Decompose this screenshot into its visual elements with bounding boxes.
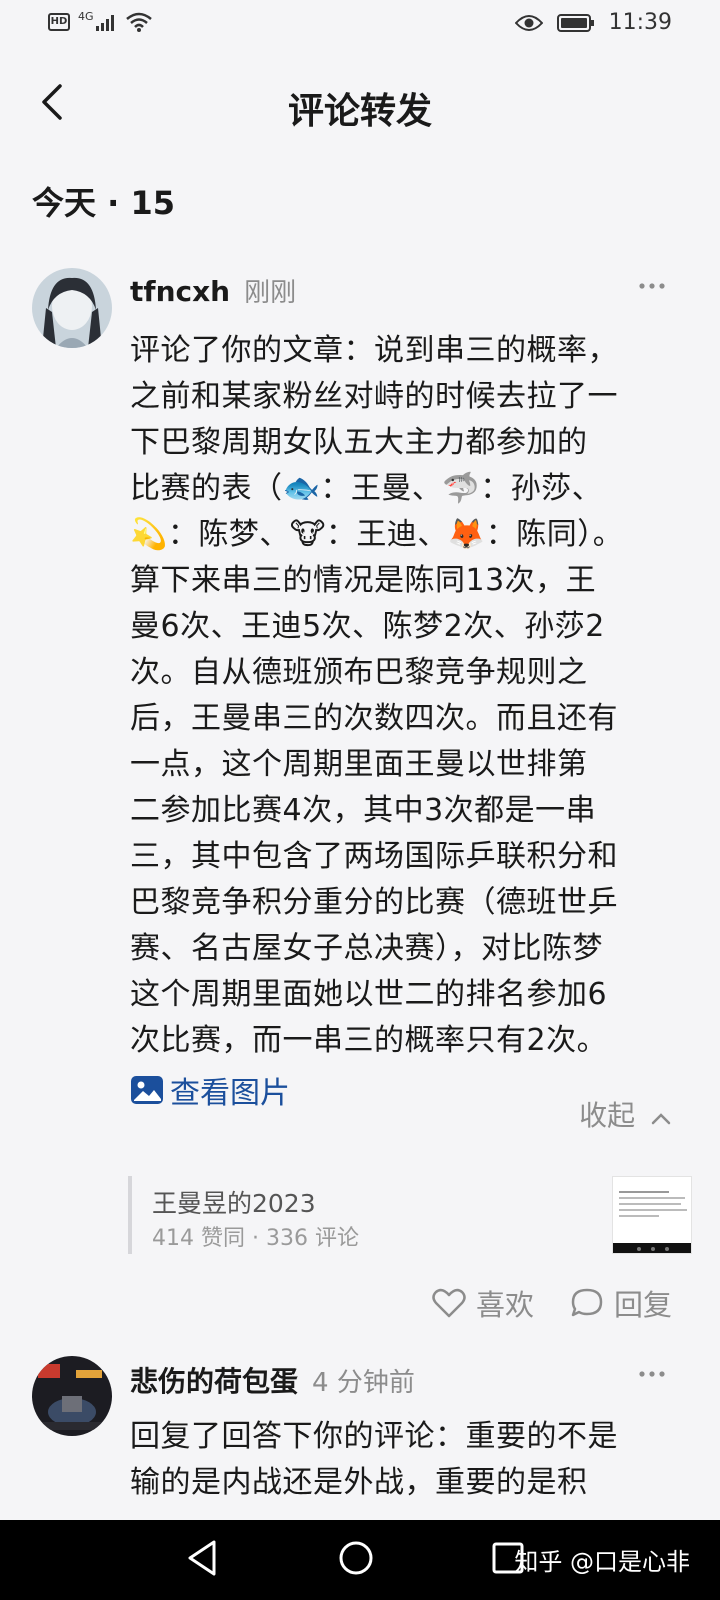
signal-icon (95, 15, 114, 31)
heart-icon (432, 1288, 466, 1318)
more-icon (639, 283, 665, 289)
comment-line: 三，其中包含了两场国际乒联积分和 (130, 839, 618, 874)
like-button[interactable]: 喜欢 (432, 1282, 534, 1324)
more-button[interactable] (632, 274, 672, 298)
collapse-button[interactable]: 收起 (579, 1094, 672, 1134)
comment-line: 算下来串三的情况是陈同13次，王 (130, 563, 597, 598)
comment-line: 巴黎竞争积分重分的比赛（德班世乒 (130, 885, 618, 920)
status-right: 11:39 (514, 10, 672, 35)
watermark: 知乎 @口是心非 (514, 1548, 690, 1576)
battery-icon (556, 13, 594, 32)
comment-line: 比赛的表（🐟：王曼、🦈：孙莎、 (130, 471, 603, 506)
comment-body[interactable]: 回复了回答下你的评论：重要的不是 输的是内战还是外战，重要的是积 (130, 1414, 690, 1506)
nav-back-button[interactable] (184, 1538, 220, 1582)
reply-label: 回复 (613, 1288, 672, 1322)
comment-time: 刚刚 (244, 278, 297, 308)
avatar[interactable] (32, 268, 112, 348)
view-image-label: 查看图片 (170, 1076, 290, 1111)
more-icon (639, 1371, 665, 1377)
comment-line: 次比赛，而一串三的概率只有2次。 (130, 1023, 608, 1058)
user-name[interactable]: tfncxh 刚刚 (130, 272, 296, 309)
header: 评论转发 (0, 62, 720, 146)
collapse-label: 收起 (579, 1099, 636, 1132)
thumbnail-image (613, 1177, 691, 1253)
status-bar: HD 4G 11:39 (0, 0, 720, 48)
comment-bubble-icon (571, 1288, 603, 1317)
quoted-article-title: 王曼昱的2023 (152, 1189, 316, 1218)
reply-button[interactable]: 回复 (570, 1282, 672, 1324)
comment-line: 输的是内战还是外战，重要的是积 (130, 1465, 588, 1500)
eye-icon (514, 14, 543, 31)
comment-line: 回复了回答下你的评论：重要的不是 (130, 1419, 618, 1454)
user-name-text: 悲伤的荷包蛋 (130, 1365, 299, 1398)
user-name[interactable]: 悲伤的荷包蛋 4 分钟前 (130, 1360, 415, 1400)
user-name-text: tfncxh (130, 275, 231, 308)
comment-line: 下巴黎周期女队五大主力都参加的 (130, 425, 588, 460)
avatar-image (32, 268, 112, 348)
quoted-article[interactable]: 王曼昱的2023 414 赞同 · 336 评论 (128, 1176, 692, 1254)
screen: HD 4G 11:39 评论转发 今天 · 15 tfncxh 刚刚 评论了你的… (0, 0, 720, 1600)
triangle-back-icon (188, 1540, 216, 1576)
comment-body[interactable]: 评论了你的文章：说到串三的概率， 之前和某家粉丝对峙的时候去拉了一 下巴黎周期女… (130, 328, 690, 1064)
comment-line: 后，王曼串三的次数四次。而且还有 (130, 701, 618, 736)
network-type: 4G (78, 9, 94, 23)
comment-line: 二参加比赛4次，其中3次都是一串 (130, 793, 597, 828)
comment-line: 评论了你的文章：说到串三的概率， (130, 333, 618, 368)
status-time: 11:39 (608, 10, 672, 35)
comment-line: 💫：陈梦、🐮：王迪、🦊：陈同）。 (130, 517, 624, 552)
comment-line: 曼6次、王迪5次、陈梦2次、孙莎2 (130, 609, 605, 644)
image-icon (131, 1076, 163, 1104)
more-button[interactable] (632, 1362, 672, 1386)
avatar[interactable] (32, 1356, 112, 1436)
comment-line: 这个周期里面她以世二的排名参加6 (130, 977, 608, 1012)
like-label: 喜欢 (475, 1288, 534, 1322)
comment-line: 次。自从德班颁布巴黎竞争规则之 (130, 655, 588, 690)
view-image-link[interactable]: 查看图片 (130, 1068, 290, 1112)
comment-line: 赛、名古屋女子总决赛），对比陈梦 (130, 931, 603, 966)
date-heading: 今天 · 15 (32, 184, 175, 222)
status-left: HD 4G (48, 9, 152, 32)
comment-time: 4 分钟前 (312, 1368, 415, 1398)
comment-actions: 喜欢 回复 (432, 1282, 672, 1324)
comment-line: 一点，这个周期里面王曼以世排第 (130, 747, 588, 782)
system-nav-bar: 知乎 @口是心非 (0, 1520, 720, 1600)
nav-home-button[interactable] (336, 1538, 376, 1582)
page-title: 评论转发 (287, 91, 432, 132)
wifi-icon (125, 12, 152, 32)
comment-line: 之前和某家粉丝对峙的时候去拉了一 (130, 379, 618, 414)
chevron-up-icon (651, 1113, 671, 1125)
avatar-image (32, 1356, 112, 1436)
quoted-article-meta: 414 赞同 · 336 评论 (152, 1226, 359, 1251)
quoted-article-thumbnail (612, 1176, 692, 1254)
hd-badge: HD (48, 13, 70, 31)
circle-home-icon (339, 1541, 373, 1575)
